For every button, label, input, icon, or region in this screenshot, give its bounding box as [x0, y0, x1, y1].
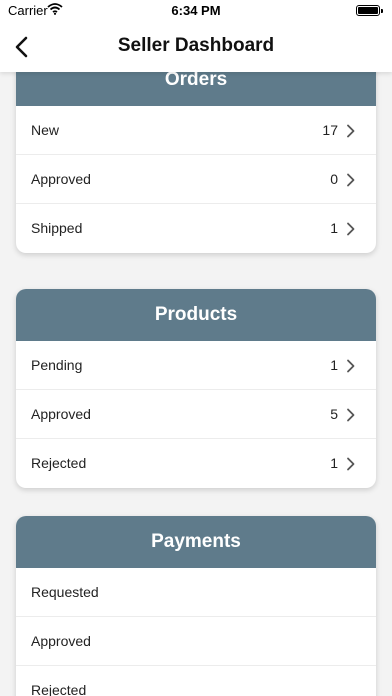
battery-icon — [356, 5, 383, 16]
row-payments-requested[interactable]: Requested — [16, 568, 376, 617]
row-payments-approved[interactable]: Approved — [16, 617, 376, 666]
chevron-right-icon — [347, 173, 355, 187]
row-count: 5 — [330, 406, 338, 422]
row-label: Shipped — [31, 220, 83, 236]
row-label: Approved — [31, 633, 91, 649]
row-label: New — [31, 122, 60, 138]
row-label: Requested — [31, 584, 99, 600]
row-label: Approved — [31, 171, 91, 187]
chevron-right-icon — [347, 457, 355, 471]
chevron-right-icon — [347, 408, 355, 422]
status-time: 6:34 PM — [171, 3, 221, 18]
section-header-products: Products — [16, 289, 376, 341]
row-label: Approved — [31, 406, 91, 422]
dashboard-content[interactable]: Orders New 17 Approved 0 Shipped 1 Produ… — [0, 72, 392, 696]
products-section: Products Pending 1 Approved 5 Rejected 1 — [16, 289, 376, 488]
chevron-right-icon — [347, 359, 355, 373]
chevron-right-icon — [347, 222, 355, 236]
row-products-approved[interactable]: Approved 5 — [16, 390, 376, 439]
row-label: Rejected — [31, 682, 87, 696]
orders-section: Orders New 17 Approved 0 Shipped 1 — [16, 72, 376, 253]
row-orders-shipped[interactable]: Shipped 1 — [16, 204, 376, 253]
navigation-bar: Seller Dashboard — [0, 22, 392, 72]
row-products-pending[interactable]: Pending 1 — [16, 341, 376, 390]
row-orders-new[interactable]: New 17 — [16, 106, 376, 155]
row-label: Rejected — [31, 455, 87, 471]
row-payments-rejected[interactable]: Rejected — [16, 666, 376, 696]
page-title: Seller Dashboard — [117, 35, 275, 56]
payments-section: Payments Requested Approved Rejected — [16, 516, 376, 696]
row-products-rejected[interactable]: Rejected 1 — [16, 439, 376, 488]
row-orders-approved[interactable]: Approved 0 — [16, 155, 376, 204]
row-count: 17 — [322, 122, 338, 138]
row-count: 1 — [330, 220, 338, 236]
status-bar: Carrier 6:34 PM — [0, 0, 392, 22]
section-header-payments: Payments — [16, 516, 376, 568]
row-count: 0 — [330, 171, 338, 187]
row-count: 1 — [330, 357, 338, 373]
section-header-orders: Orders — [16, 72, 376, 106]
row-count: 1 — [330, 455, 338, 471]
chevron-right-icon — [347, 124, 355, 138]
row-label: Pending — [31, 357, 83, 373]
